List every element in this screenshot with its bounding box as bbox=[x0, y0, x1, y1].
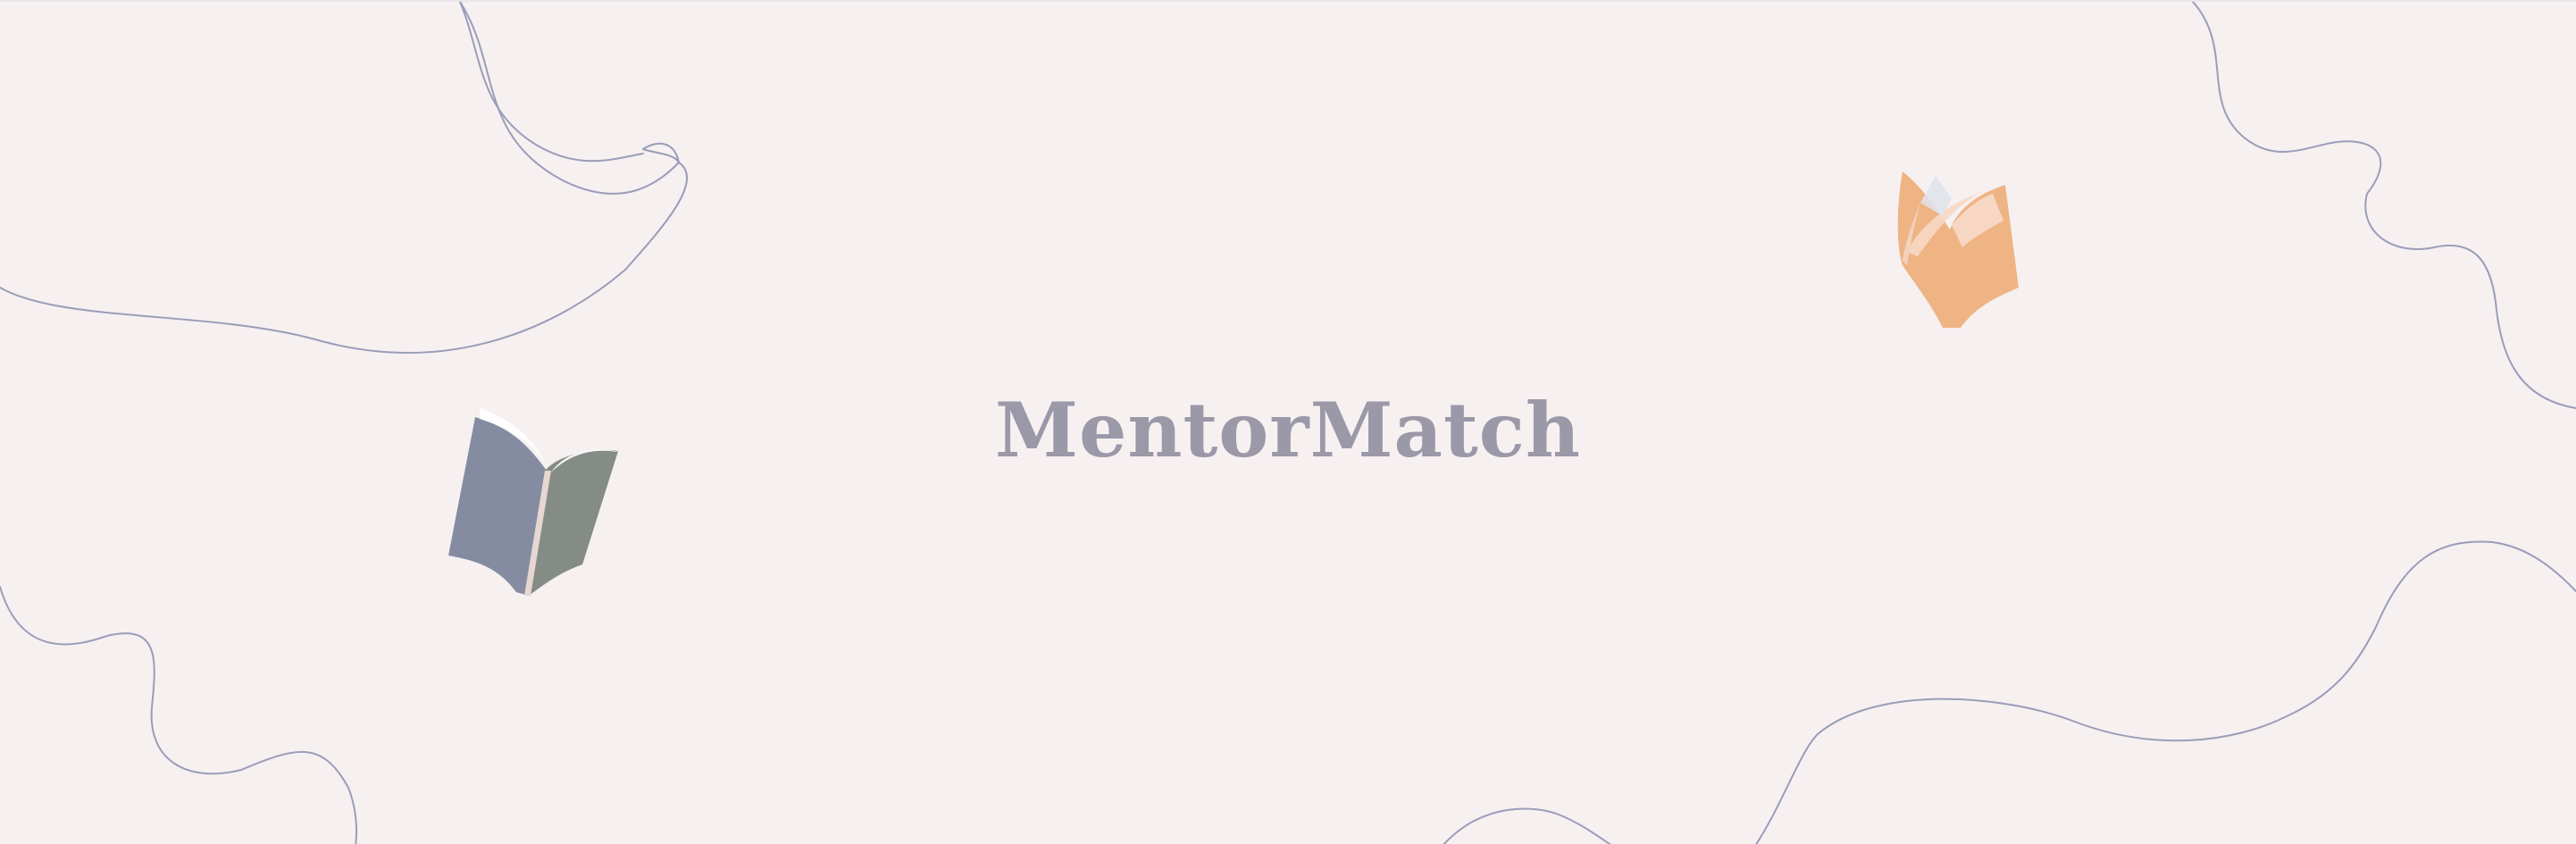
doodle-top-left bbox=[0, 2, 689, 354]
doodle-top-right bbox=[2192, 2, 2576, 409]
open-book-icon bbox=[1880, 167, 2023, 350]
brand-title: MentorMatch bbox=[994, 386, 1581, 474]
doodle-bottom-center bbox=[1443, 807, 1611, 844]
doodle-top-left-arc bbox=[459, 2, 644, 163]
doodle-bottom-right bbox=[1755, 540, 2576, 844]
hero-banner: MentorMatch bbox=[0, 0, 2576, 844]
doodle-mid-left bbox=[0, 586, 358, 844]
